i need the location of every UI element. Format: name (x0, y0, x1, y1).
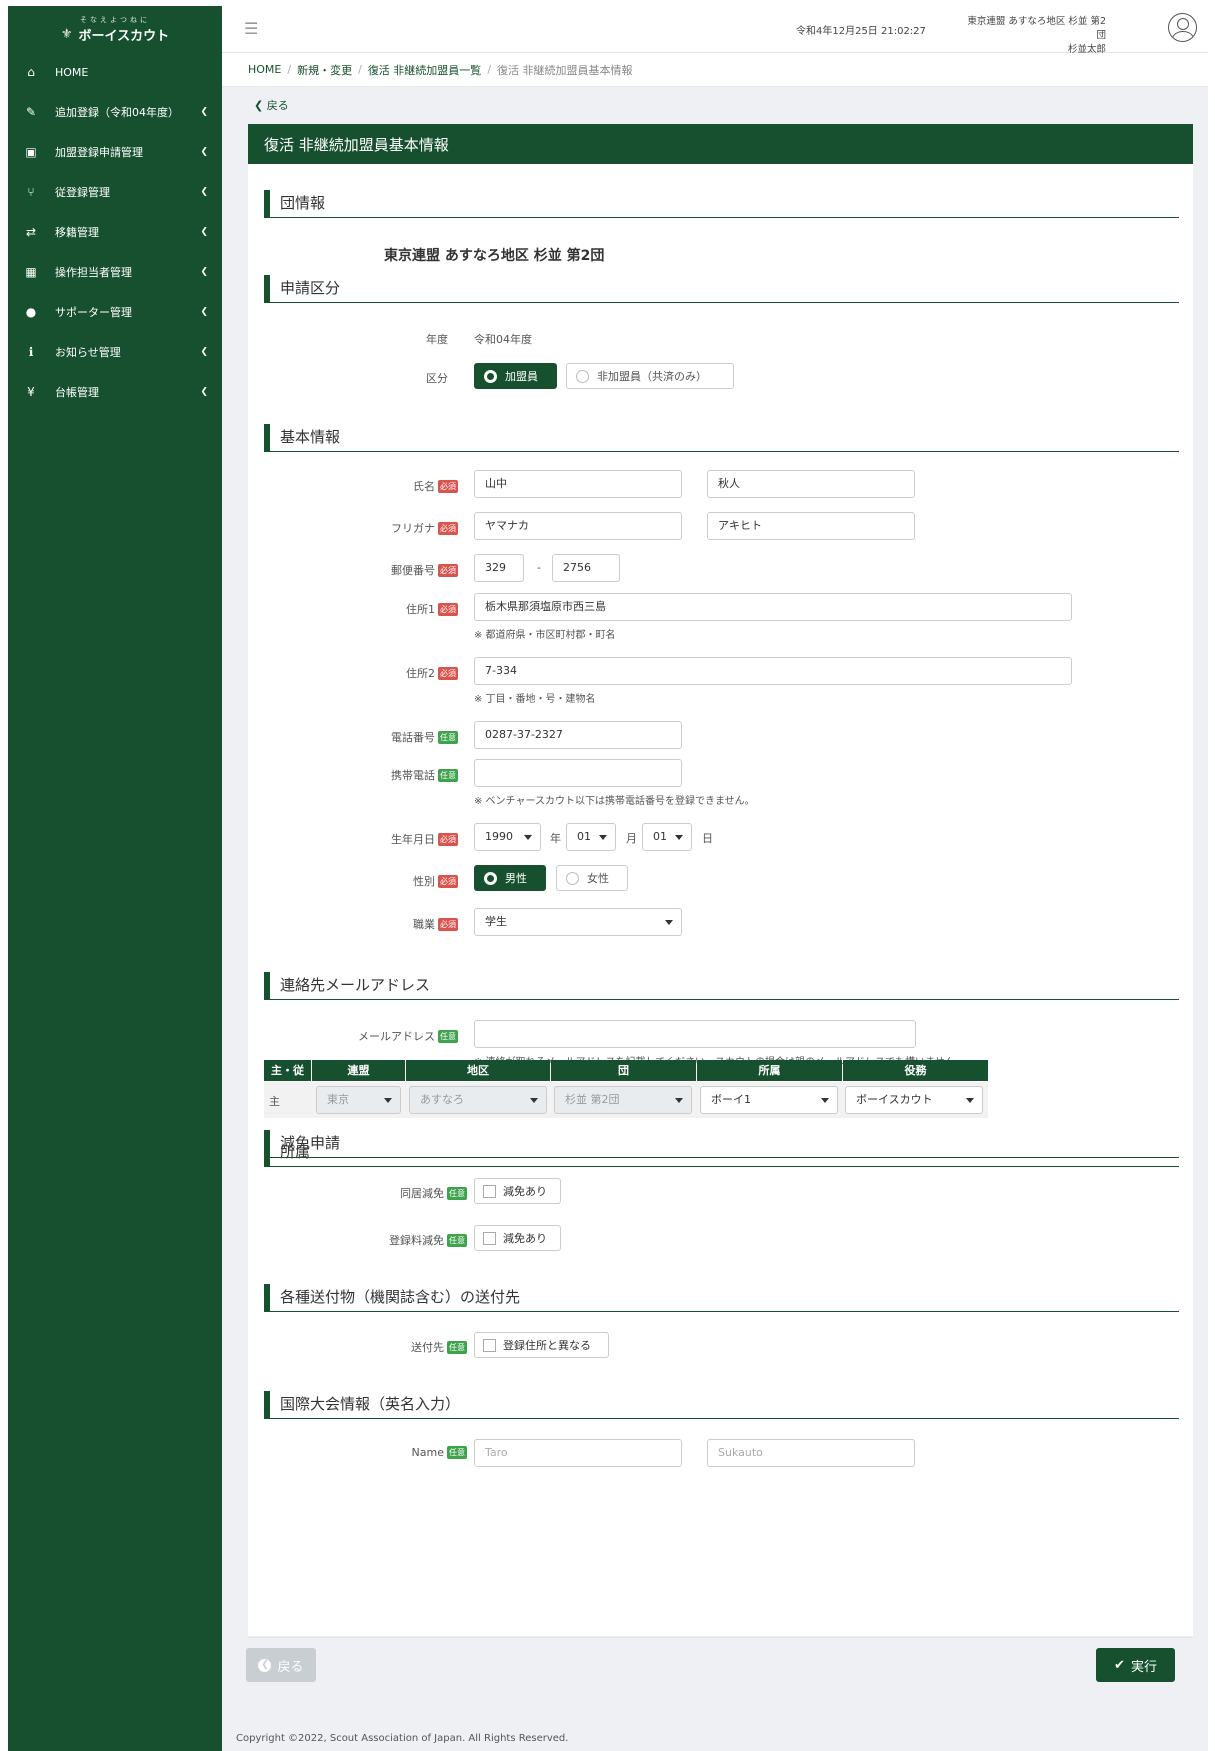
breadcrumb-home[interactable]: HOME (248, 63, 281, 76)
chevron-left-icon: ❮ (200, 347, 208, 357)
sidebar-item-secondary-registration[interactable]: ⑂ 従登録管理 ❮ (8, 172, 222, 212)
unit-select[interactable]: ボーイ1 (700, 1086, 838, 1114)
english-first-name-input[interactable]: Taro (474, 1439, 682, 1467)
fee-reduction-checkbox[interactable]: 減免あり (474, 1225, 561, 1251)
menu-icon[interactable]: ☰ (244, 19, 258, 38)
section-reduction: 減免申請 (264, 1130, 1179, 1158)
info-icon: ℹ (28, 345, 34, 359)
group-select: 杉並 第2団 (554, 1086, 692, 1114)
logo-text: ボーイスカウト (78, 28, 170, 44)
home-icon: ⌂ (27, 65, 35, 79)
optional-badge: 任意 (447, 1341, 467, 1354)
circle-chevron-left-icon: ❮ (258, 1658, 272, 1672)
sidebar-item-additional-registration[interactable]: ✎ 追加登録（令和04年度） ❮ (8, 92, 222, 132)
col-header-role: 役務 (843, 1060, 988, 1081)
check-icon: ✔ (1114, 1657, 1125, 1673)
fleur-de-lis-icon: ⚜ (60, 26, 73, 42)
footer-copyright: Copyright ©2022, Scout Association of Ja… (236, 1733, 569, 1744)
sidebar-item-label: 台帳管理 (55, 386, 99, 399)
different-address-checkbox[interactable]: 登録住所と異なる (474, 1332, 609, 1358)
sidebar-item-label: 加盟登録申請管理 (55, 146, 143, 159)
row-type: 主 (269, 1095, 280, 1108)
top-header: ☰ 令和4年12月25日 21:02:27 東京連盟 あすなろ地区 杉並 第2団… (222, 6, 1208, 55)
chevron-left-icon: ❮ (200, 227, 208, 237)
sidebar-item-supporters[interactable]: ● サポーター管理 ❮ (8, 292, 222, 332)
chevron-left-icon: ❮ (200, 267, 208, 277)
col-header-unit: 所属 (697, 1060, 842, 1081)
supporter-icon: ● (25, 305, 37, 319)
chevron-left-icon: ❮ (200, 147, 208, 157)
breadcrumb-member-list[interactable]: 復活 非継続加盟員一覧 (368, 62, 482, 78)
logo[interactable]: そなえよつねに ⚜ ボーイスカウト (8, 6, 222, 52)
role-select[interactable]: ボーイスカウト (845, 1086, 983, 1114)
logo-tagline: そなえよつねに (80, 15, 150, 24)
chevron-left-icon: ❮ (254, 99, 264, 112)
sidebar-item-home[interactable]: ⌂ HOME (8, 52, 222, 92)
district-select: あすなろ (409, 1086, 547, 1114)
english-name-label: Name 任意 (411, 1446, 467, 1459)
edit-icon: ✎ (25, 105, 37, 119)
cohabitation-label: 同居減免 任意 (400, 1187, 467, 1200)
english-last-name-input[interactable]: Sukauto (707, 1439, 915, 1467)
col-header-district: 地区 (406, 1060, 550, 1081)
sidebar-item-membership-application[interactable]: ▣ 加盟登録申請管理 ❮ (8, 132, 222, 172)
federation-select: 東京 (316, 1086, 401, 1114)
sidebar: そなえよつねに ⚜ ボーイスカウト ⌂ HOME ✎ 追加登録（令和04年度） … (8, 6, 222, 1751)
user-organization: 東京連盟 あすなろ地区 杉並 第2団 (967, 16, 1106, 41)
sidebar-item-label: 追加登録（令和04年度） (55, 106, 179, 119)
sidebar-item-label: 移籍管理 (55, 226, 99, 239)
sidebar-item-transfer[interactable]: ⇄ 移籍管理 ❮ (8, 212, 222, 252)
user-avatar-icon[interactable] (1168, 13, 1197, 42)
section-international: 国際大会情報（英名入力） (264, 1391, 1179, 1419)
id-card-icon: ▣ (25, 145, 37, 159)
branch-icon: ⑂ (27, 185, 35, 199)
sidebar-item-label: サポーター管理 (55, 306, 132, 319)
current-datetime: 令和4年12月25日 21:02:27 (796, 26, 926, 37)
sidebar-item-operators[interactable]: ▦ 操作担当者管理 ❮ (8, 252, 222, 292)
sidebar-item-ledger[interactable]: ¥ 台帳管理 ❮ (8, 372, 222, 412)
optional-badge: 任意 (447, 1234, 467, 1247)
col-header-main-sub: 主・従 (264, 1060, 311, 1081)
optional-badge: 任意 (447, 1446, 467, 1459)
yen-icon: ¥ (27, 385, 35, 399)
sidebar-item-label: 従登録管理 (55, 186, 110, 199)
cohabitation-checkbox[interactable]: 減免あり (474, 1178, 561, 1204)
operator-icon: ▦ (25, 265, 37, 279)
breadcrumb-current: 復活 非継続加盟員基本情報 (497, 63, 633, 77)
transfer-icon: ⇄ (25, 225, 37, 239)
col-header-federation: 連盟 (312, 1060, 405, 1081)
execute-button[interactable]: ✔ 実行 (1096, 1648, 1175, 1682)
divider (248, 1637, 1193, 1638)
shipping-label: 送付先 任意 (411, 1341, 467, 1354)
fee-reduction-label: 登録料減免 任意 (389, 1234, 467, 1247)
user-info: 東京連盟 あすなろ地区 杉並 第2団 杉並太郎 (966, 15, 1106, 57)
chevron-left-icon: ❮ (200, 387, 208, 397)
table-row: 主 東京 あすなろ 杉並 第2団 ボーイ1 ボーイスカウト (264, 1082, 988, 1118)
chevron-left-icon: ❮ (200, 107, 208, 117)
section-shipping: 各種送付物（機関誌含む）の送付先 (264, 1284, 1179, 1312)
chevron-left-icon: ❮ (200, 187, 208, 197)
back-link[interactable]: ❮ 戻る (254, 97, 289, 113)
sidebar-item-label: HOME (55, 65, 89, 79)
sidebar-item-label: お知らせ管理 (55, 346, 121, 359)
back-button-main[interactable]: ❮ 戻る (246, 1648, 316, 1682)
breadcrumb-new-change[interactable]: 新規・変更 (297, 62, 352, 78)
card-content-lower: 主・従 連盟 地区 団 所属 役務 主 東京 あすなろ 杉並 第2団 ボーイ1 … (248, 124, 1193, 1638)
breadcrumb: HOME / 新規・変更 / 復活 非継続加盟員一覧 / 復活 非継続加盟員基本… (222, 53, 1208, 87)
col-header-group: 団 (551, 1060, 696, 1081)
chevron-left-icon: ❮ (200, 307, 208, 317)
sidebar-item-label: 操作担当者管理 (55, 266, 132, 279)
optional-badge: 任意 (447, 1187, 467, 1200)
sidebar-item-notices[interactable]: ℹ お知らせ管理 ❮ (8, 332, 222, 372)
